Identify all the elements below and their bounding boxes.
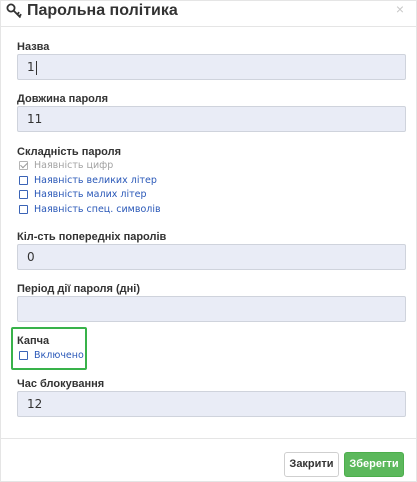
special-option-label[interactable]: Наявність спец. символів <box>34 204 161 215</box>
password-length-input[interactable]: 11 <box>17 106 406 132</box>
complexity-special-option[interactable]: Наявність спец. символів <box>19 203 161 216</box>
save-button[interactable]: Зберегти <box>344 452 404 477</box>
digits-checkbox <box>19 161 28 170</box>
text-caret <box>35 60 37 75</box>
lock-time-label: Час блокування <box>17 378 105 390</box>
validity-period-label: Період дії пароля (дні) <box>17 283 140 295</box>
validity-period-input[interactable] <box>17 296 406 322</box>
previous-passwords-label: Кіл-сть попередніх паролів <box>17 231 167 243</box>
header-divider <box>1 26 416 27</box>
name-input-value: 1 <box>27 60 35 74</box>
dialog-title: Парольна політика <box>27 2 178 19</box>
captcha-option-label[interactable]: Включено <box>34 350 84 361</box>
name-input[interactable]: 1 <box>17 54 406 80</box>
name-label: Назва <box>17 41 50 53</box>
lock-time-input[interactable]: 12 <box>17 391 406 417</box>
password-length-label: Довжина пароля <box>17 93 109 105</box>
lowercase-option-label[interactable]: Наявність малих літер <box>34 189 147 200</box>
complexity-digits-option: Наявність цифр <box>19 159 113 172</box>
password-complexity-label: Складність пароля <box>17 146 122 158</box>
password-policy-dialog: Парольна політика × Назва 1 Довжина паро… <box>0 0 417 482</box>
key-icon <box>6 3 22 19</box>
close-icon[interactable]: × <box>396 2 404 16</box>
captcha-checkbox[interactable] <box>19 351 28 360</box>
dialog-header: Парольна політика × <box>1 1 416 23</box>
lock-time-value: 12 <box>27 397 43 411</box>
captcha-enabled-option[interactable]: Включено <box>19 349 84 362</box>
previous-passwords-value: 0 <box>27 250 35 264</box>
previous-passwords-input[interactable]: 0 <box>17 244 406 270</box>
close-button[interactable]: Закрити <box>284 452 339 477</box>
complexity-uppercase-option[interactable]: Наявність великих літер <box>19 174 157 187</box>
complexity-lowercase-option[interactable]: Наявність малих літер <box>19 188 147 201</box>
lowercase-checkbox[interactable] <box>19 190 28 199</box>
captcha-label: Капча <box>17 335 50 347</box>
uppercase-checkbox[interactable] <box>19 176 28 185</box>
uppercase-option-label[interactable]: Наявність великих літер <box>34 175 157 186</box>
digits-option-label: Наявність цифр <box>34 160 114 171</box>
special-chars-checkbox[interactable] <box>19 205 28 214</box>
password-length-value: 11 <box>27 112 43 126</box>
footer-divider <box>1 438 416 439</box>
